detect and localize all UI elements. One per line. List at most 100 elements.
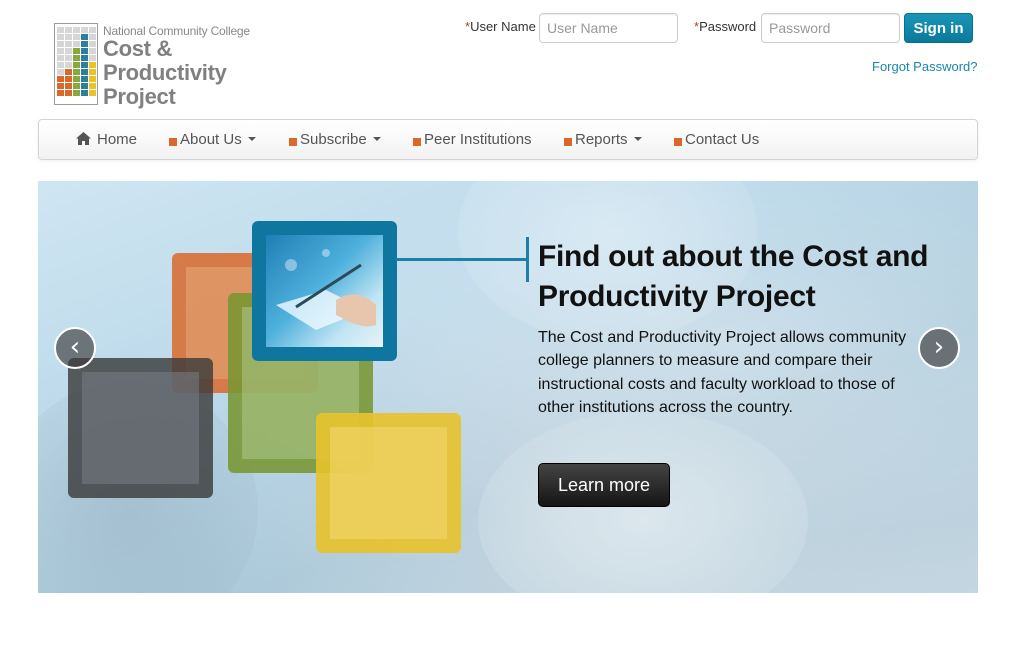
logo-grid-cell	[57, 83, 64, 89]
hero-carousel: Find out about the Cost and Productivity…	[38, 181, 978, 593]
dark-square	[68, 358, 213, 498]
logo-title-line-3: Project	[103, 84, 176, 109]
logo-grid-cell	[89, 48, 96, 54]
password-label: *Password	[694, 19, 757, 34]
logo-grid-cell	[89, 62, 96, 68]
sign-in-button[interactable]: Sign in	[904, 13, 973, 43]
logo-grid-cell	[57, 90, 64, 96]
logo-grid-cell	[73, 83, 80, 89]
password-input[interactable]	[761, 13, 900, 43]
logo-grid-cell	[73, 69, 80, 75]
logo-grid-cell	[89, 69, 96, 75]
logo-grid-cell	[73, 41, 80, 47]
logo-grid-cell	[73, 55, 80, 61]
logo-grid-cell	[89, 83, 96, 89]
logo-grid-cell	[81, 55, 88, 61]
logo-grid-cell	[89, 55, 96, 61]
logo-grid-cell	[89, 76, 96, 82]
logo-grid-cell	[57, 34, 64, 40]
logo-grid-cell	[65, 90, 72, 96]
logo-grid	[57, 27, 96, 96]
nav-item-home[interactable]: Home	[76, 120, 137, 160]
logo-grid-cell	[57, 69, 64, 75]
logo-grid-cell	[81, 27, 88, 33]
logo-grid-cell	[81, 69, 88, 75]
caret-down-icon	[372, 137, 381, 141]
logo-grid-cell	[65, 62, 72, 68]
logo-grid-cell	[73, 48, 80, 54]
forgot-password-link[interactable]: Forgot Password?	[872, 59, 978, 74]
logo-grid-cell	[73, 90, 80, 96]
logo-grid-cell	[89, 41, 96, 47]
square-bullet-icon	[674, 138, 682, 146]
logo-grid-cell	[81, 83, 88, 89]
nav-item-about-us[interactable]: About Us	[169, 120, 256, 160]
hero-description: The Cost and Productivity Project allows…	[538, 329, 907, 416]
logo-grid-cell	[89, 90, 96, 96]
clipboard-pen-illustration	[276, 249, 376, 330]
carousel-next-button[interactable]: ›	[918, 327, 960, 369]
logo-mark	[54, 23, 98, 105]
home-icon	[76, 121, 91, 161]
logo-grid-cell	[89, 34, 96, 40]
logo-title: Cost & Productivity Project	[103, 37, 227, 109]
nav-label-reports: Reports	[575, 131, 628, 148]
nav-item-subscribe[interactable]: Subscribe	[289, 120, 381, 160]
nav-label-about-us: About Us	[180, 131, 242, 148]
hero-headline: Find out about the Cost and Productivity…	[538, 240, 929, 313]
logo-grid-cell	[57, 62, 64, 68]
logo-grid-cell	[73, 27, 80, 33]
headline-accent-bar	[526, 237, 529, 282]
logo-grid-cell	[65, 48, 72, 54]
logo-grid-cell	[65, 76, 72, 82]
yellow-square	[316, 413, 461, 553]
logo-grid-cell	[65, 27, 72, 33]
logo-grid-cell	[65, 34, 72, 40]
username-label: *User Name	[465, 19, 536, 34]
logo-grid-cell	[73, 62, 80, 68]
login-form: *User Name *Password Sign in Forgot Pass…	[459, 13, 979, 74]
carousel-prev-button[interactable]: ‹	[54, 327, 96, 369]
square-bullet-icon	[169, 138, 177, 146]
blue-photo-frame	[252, 221, 397, 361]
nav-label-home: Home	[97, 131, 138, 148]
logo-grid-cell	[81, 62, 88, 68]
logo-grid-cell	[89, 27, 96, 33]
logo-grid-cell	[81, 41, 88, 47]
main-nav: Home About Us Subscribe Peer Institution…	[38, 119, 978, 160]
nav-label-contact-us: Contact Us	[685, 131, 760, 148]
connector-line	[396, 258, 527, 261]
logo-grid-cell	[57, 41, 64, 47]
photo-thumbnail	[266, 235, 383, 347]
logo-grid-cell	[57, 27, 64, 33]
square-bullet-icon	[289, 138, 297, 146]
logo-grid-cell	[65, 83, 72, 89]
logo-grid-cell	[57, 48, 64, 54]
logo-grid-cell	[73, 34, 80, 40]
square-bullet-icon	[564, 138, 572, 146]
logo-grid-cell	[81, 76, 88, 82]
square-bullet-icon	[413, 138, 421, 146]
nav-label-subscribe: Subscribe	[300, 131, 367, 148]
logo-grid-cell	[81, 48, 88, 54]
learn-more-button[interactable]: Learn more	[538, 463, 670, 507]
logo-title-line-2: Productivity	[103, 60, 227, 85]
logo-grid-cell	[65, 55, 72, 61]
nav-item-peer-institutions[interactable]: Peer Institutions	[413, 120, 532, 160]
caret-down-icon	[247, 137, 256, 141]
chevron-right-icon: ›	[933, 332, 945, 362]
logo-grid-cell	[57, 55, 64, 61]
username-input[interactable]	[539, 13, 678, 43]
logo-grid-cell	[65, 69, 72, 75]
nav-item-contact-us[interactable]: Contact Us	[674, 120, 759, 160]
site-logo[interactable]: National Community College Cost & Produc…	[54, 23, 294, 109]
nav-item-reports[interactable]: Reports	[564, 120, 642, 160]
chevron-left-icon: ‹	[69, 332, 81, 362]
logo-grid-cell	[81, 34, 88, 40]
logo-grid-cell	[57, 76, 64, 82]
logo-grid-cell	[73, 76, 80, 82]
logo-grid-cell	[81, 90, 88, 96]
caret-down-icon	[633, 137, 642, 141]
logo-grid-cell	[65, 41, 72, 47]
nav-label-peer-institutions: Peer Institutions	[424, 131, 532, 148]
